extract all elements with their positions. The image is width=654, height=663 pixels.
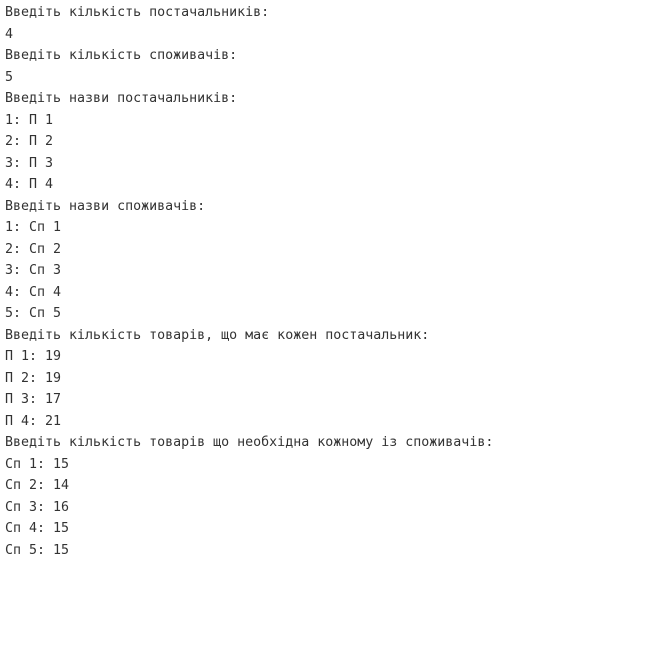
supplier-stock-line: П 3: 17	[5, 392, 62, 407]
consumer-name-line: 4: Сп 4	[5, 284, 62, 300]
supplier-name-line: 2: П 2	[5, 134, 54, 149]
prompt-supplier-stock: Введіть кількість товарів, що має кожен …	[5, 327, 430, 343]
input-consumer-count: 5	[5, 69, 14, 85]
prompt-consumer-demand: Введіть кількість товарів що необхідна к…	[5, 435, 494, 450]
consumer-demand-line: Сп 1: 15	[5, 456, 70, 472]
consumer-demand-line: Сп 3: 16	[5, 499, 70, 515]
consumer-demand-line: Сп 4: 15	[5, 521, 70, 536]
input-supplier-count: 4	[5, 26, 14, 42]
console-output: Введіть кількість постачальників: 4 Введ…	[0, 0, 654, 663]
consumer-name-line: 1: Сп 1	[5, 220, 62, 235]
supplier-name-line: 3: П 3	[5, 155, 54, 171]
consumer-demand-line: Сп 5: 15	[5, 542, 70, 558]
consumer-name-line: 5: Сп 5	[5, 306, 62, 321]
consumer-name-line: 2: Сп 2	[5, 241, 62, 257]
prompt-consumer-names: Введіть назви споживачів:	[5, 198, 206, 214]
prompt-supplier-names: Введіть назви постачальників:	[5, 91, 238, 106]
supplier-stock-line: П 4: 21	[5, 413, 62, 429]
supplier-name-line: 4: П 4	[5, 177, 54, 192]
supplier-name-line: 1: П 1	[5, 112, 54, 128]
prompt-supplier-count: Введіть кількість постачальників:	[5, 5, 270, 20]
consumer-name-line: 3: Сп 3	[5, 263, 62, 278]
prompt-consumer-count: Введіть кількість споживачів:	[5, 48, 238, 63]
supplier-stock-line: П 2: 19	[5, 370, 62, 386]
supplier-stock-line: П 1: 19	[5, 349, 62, 364]
consumer-demand-line: Сп 2: 14	[5, 478, 70, 493]
